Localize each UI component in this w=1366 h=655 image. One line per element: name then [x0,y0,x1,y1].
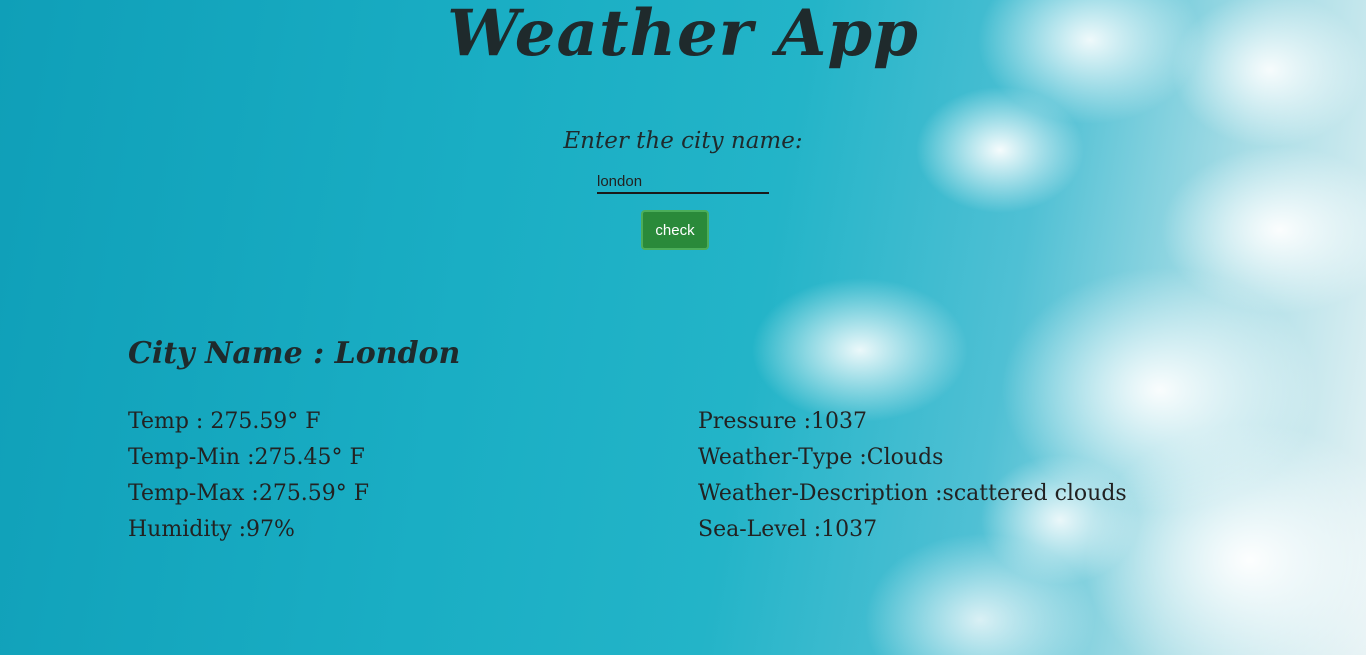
humidity-value: Humidity :97% [128,517,295,542]
pressure-value: Pressure :1037 [698,409,868,434]
weather-description-value: Weather-Description :scattered clouds [698,481,1127,506]
city-input-label: Enter the city name: [563,128,803,154]
city-form: Enter the city name: check [0,128,1366,250]
check-button[interactable]: check [641,210,709,250]
app-title: Weather App [447,0,919,71]
temp-min-value: Temp-Min :275.45° F [128,445,365,470]
weather-details-left: Temp : 275.59° F Temp-Min :275.45° F Tem… [128,404,369,548]
sea-level-value: Sea-Level :1037 [698,517,878,542]
city-input[interactable] [597,170,769,194]
city-name-heading: City Name : London [128,336,461,371]
weather-type-value: Weather-Type :Clouds [698,445,944,470]
temp-value: Temp : 275.59° F [128,409,321,434]
weather-details-right: Pressure :1037 Weather-Type :Clouds Weat… [698,404,1127,548]
temp-max-value: Temp-Max :275.59° F [128,481,370,506]
